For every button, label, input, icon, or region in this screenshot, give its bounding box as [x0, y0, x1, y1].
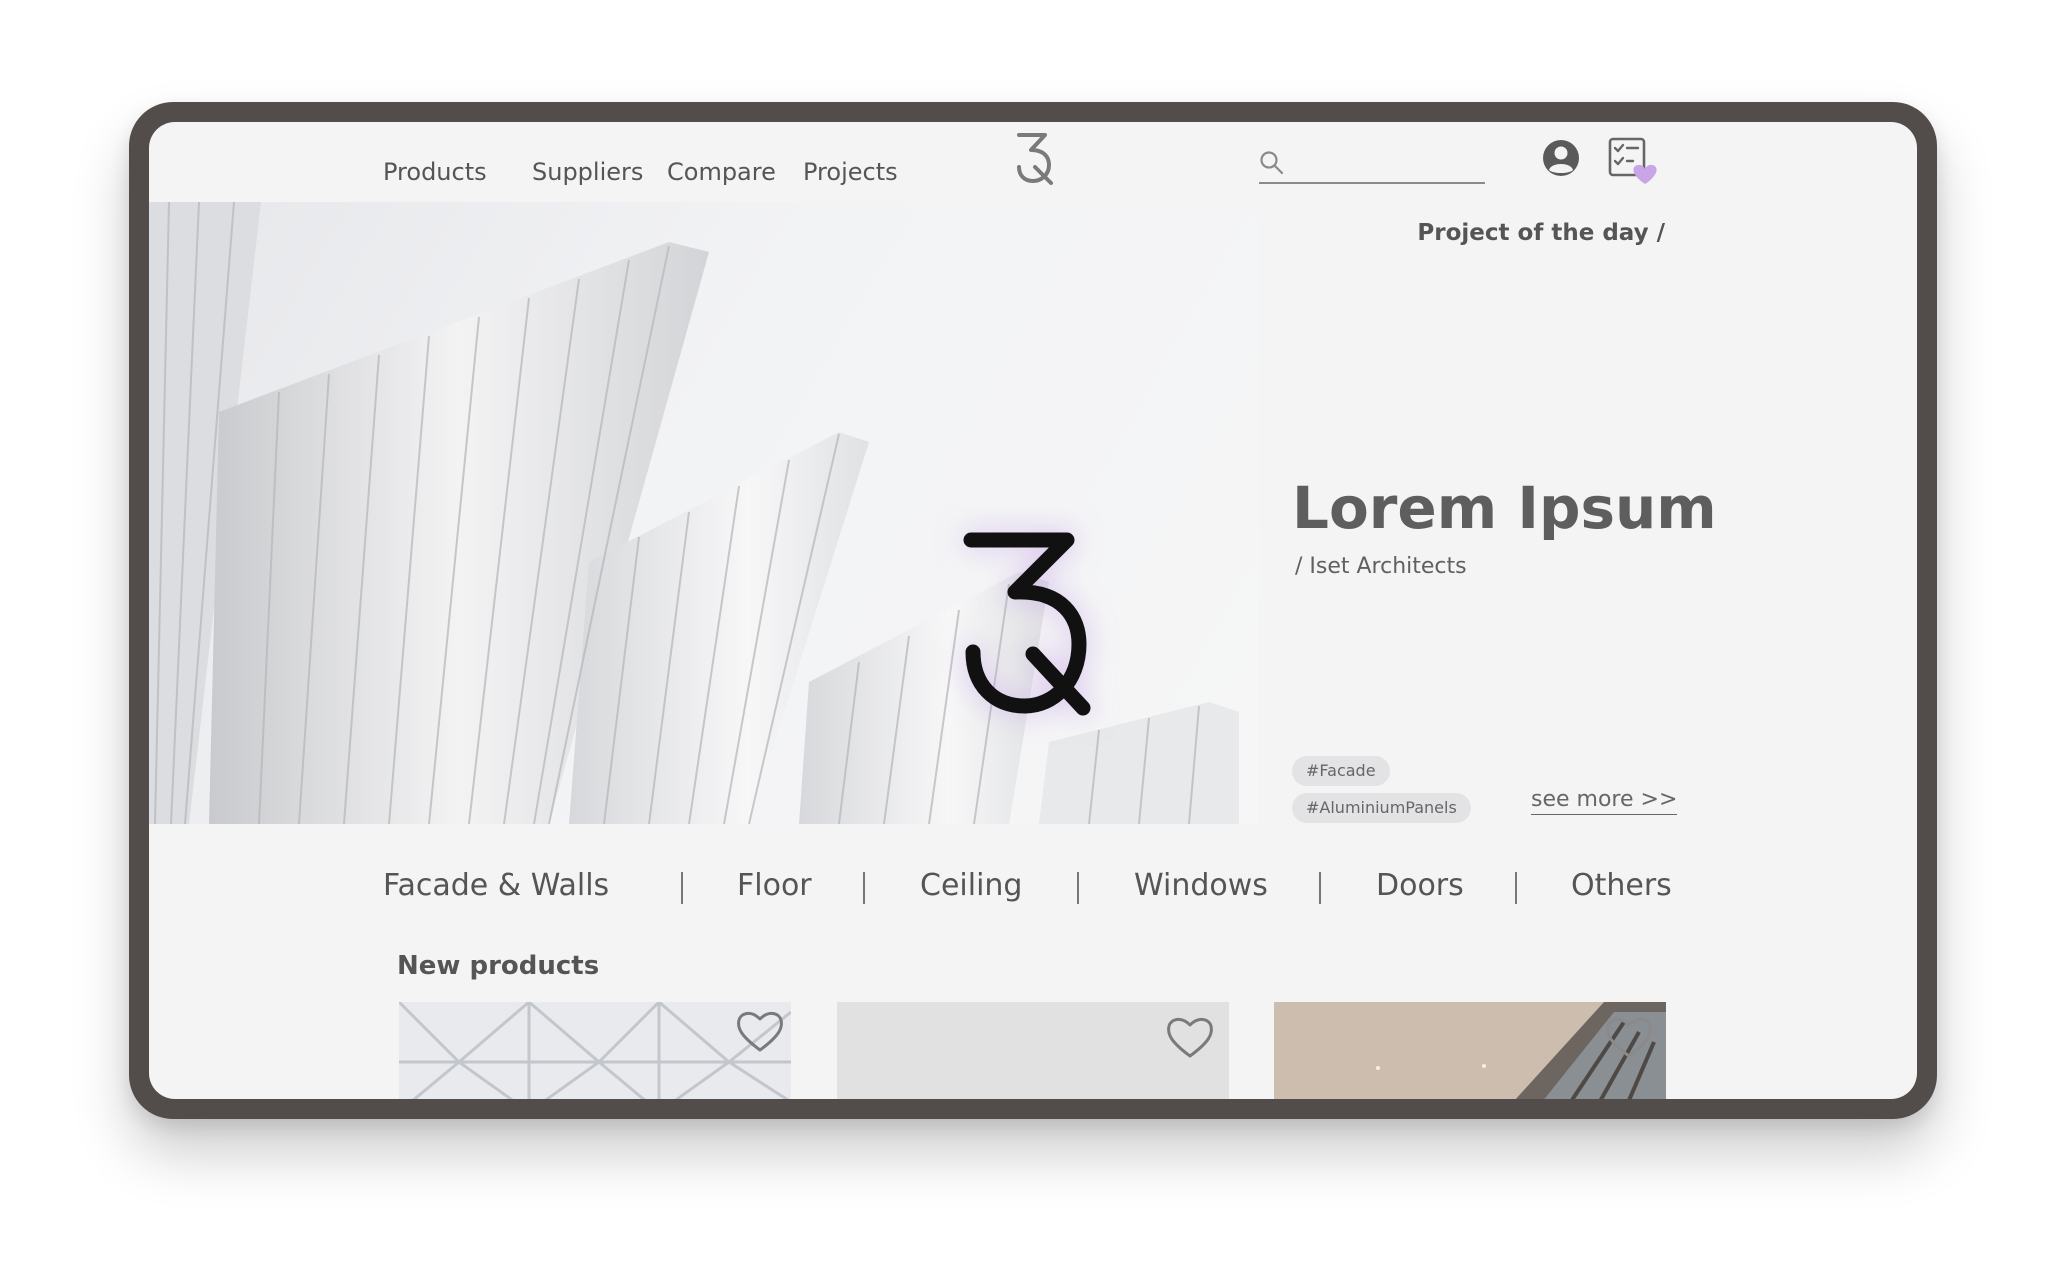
- nav-link-suppliers[interactable]: Suppliers: [532, 158, 643, 186]
- logo-icon[interactable]: [1011, 130, 1057, 186]
- project-of-the-day-label: Project of the day /: [1417, 220, 1665, 246]
- heart-icon[interactable]: [735, 1008, 785, 1054]
- category-divider: [1319, 872, 1321, 904]
- see-more-link[interactable]: see more >>: [1531, 787, 1678, 815]
- tag-aluminium-panels[interactable]: #AluminiumPanels: [1292, 793, 1471, 823]
- category-facade-walls[interactable]: Facade & Walls: [383, 868, 609, 903]
- device-frame: Products Suppliers Compare Projects Proj…: [129, 102, 1937, 1119]
- category-windows[interactable]: Windows: [1134, 868, 1268, 903]
- search-input[interactable]: [1293, 144, 1487, 182]
- product-card[interactable]: [399, 1002, 791, 1099]
- category-divider: [681, 872, 683, 904]
- user-icon[interactable]: [1541, 138, 1581, 178]
- category-doors[interactable]: Doors: [1376, 868, 1464, 903]
- brand-logo-icon: [963, 532, 1091, 716]
- search-bar[interactable]: [1259, 144, 1487, 184]
- category-floor[interactable]: Floor: [737, 868, 812, 903]
- hero-image[interactable]: [149, 202, 1274, 824]
- category-divider: [863, 872, 865, 904]
- new-products-heading: New products: [397, 951, 600, 981]
- tag-facade[interactable]: #Facade: [1292, 756, 1390, 786]
- checklist-heart-icon[interactable]: [1607, 136, 1659, 188]
- category-divider: [1077, 872, 1079, 904]
- project-title[interactable]: Lorem Ipsum: [1292, 474, 1717, 542]
- product-card[interactable]: [837, 1002, 1229, 1099]
- architecture-photo: [149, 202, 1274, 824]
- screen: Products Suppliers Compare Projects Proj…: [149, 122, 1917, 1099]
- nav-link-projects[interactable]: Projects: [803, 158, 898, 186]
- product-card[interactable]: [1274, 1002, 1666, 1099]
- product-image-tiles: [399, 1002, 791, 1099]
- category-others[interactable]: Others: [1571, 868, 1672, 903]
- category-divider: [1515, 872, 1517, 904]
- category-ceiling[interactable]: Ceiling: [920, 868, 1022, 903]
- heart-icon[interactable]: [1604, 1014, 1654, 1060]
- project-architect[interactable]: / Iset Architects: [1295, 554, 1467, 579]
- search-icon[interactable]: [1259, 150, 1285, 176]
- nav-link-products[interactable]: Products: [383, 158, 487, 186]
- heart-icon[interactable]: [1165, 1014, 1215, 1060]
- nav-link-compare[interactable]: Compare: [667, 158, 776, 186]
